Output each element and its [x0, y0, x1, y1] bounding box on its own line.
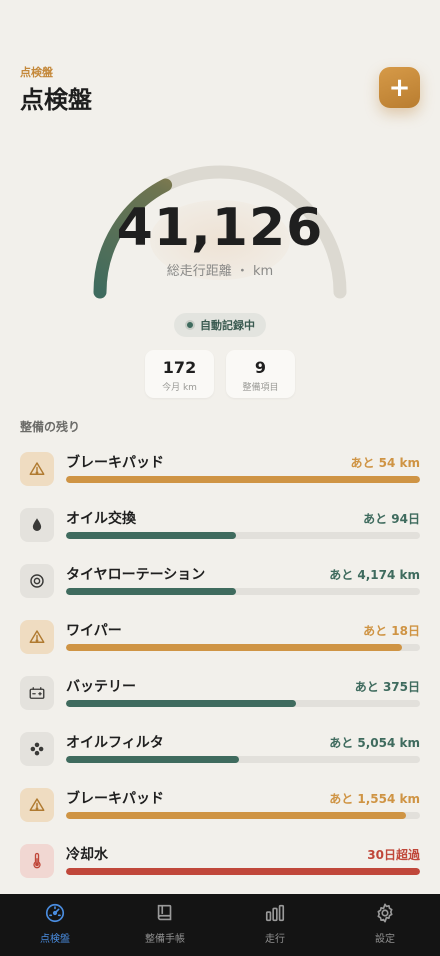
item-progress-fill: [66, 756, 240, 763]
page-title: 点検盤: [20, 86, 92, 114]
item-name: オイル交換: [66, 511, 136, 527]
item-progress-fill: [66, 812, 406, 819]
stat-card-month-km: 172 今月 km: [145, 350, 214, 398]
item-remaining: あと 54 km: [350, 456, 420, 470]
item-icon-box: [20, 452, 54, 486]
item-progress-track: [66, 700, 420, 707]
item-progress-track: [66, 532, 420, 539]
thermometer-icon: [28, 852, 46, 870]
header-eyebrow: 点検盤: [20, 66, 53, 79]
item-remaining: あと 4,174 km: [329, 568, 420, 582]
plus-icon: +: [388, 72, 411, 103]
item-progress-fill: [66, 644, 403, 651]
item-remaining: あと 5,054 km: [329, 736, 420, 750]
item-icon-box: [20, 844, 54, 878]
maintenance-item[interactable]: タイヤローテーション あと 4,174 km: [20, 564, 420, 604]
item-name: ブレーキパッド: [66, 455, 164, 471]
item-progress-fill: [66, 700, 297, 707]
item-icon-box: [20, 676, 54, 710]
item-icon-box: [20, 620, 54, 654]
tab-label: 点検盤: [40, 934, 70, 945]
item-icon-box: [20, 732, 54, 766]
item-icon-box: [20, 788, 54, 822]
record-dot-icon: [185, 320, 195, 330]
item-progress-track: [66, 476, 420, 483]
maintenance-item[interactable]: ブレーキパッド あと 54 km: [20, 452, 420, 492]
odometer-label: 総走行距離 ・ km: [166, 264, 274, 279]
stat-label: 今月 km: [162, 383, 197, 393]
tab-dashboard[interactable]: 点検盤: [0, 902, 110, 945]
warning-icon: [28, 796, 46, 814]
item-progress-fill: [66, 868, 420, 875]
maintenance-item[interactable]: ブレーキパッド あと 1,554 km: [20, 788, 420, 828]
book-icon: [157, 904, 172, 921]
item-progress-track: [66, 644, 420, 651]
item-name: ブレーキパッド: [66, 791, 164, 807]
gauge-icon: [45, 903, 65, 923]
tire-icon: [28, 572, 46, 590]
item-progress-track: [66, 868, 420, 875]
auto-record-badge: 自動記録中: [174, 313, 266, 337]
item-name: タイヤローテーション: [66, 567, 206, 583]
item-name: オイルフィルタ: [66, 735, 164, 751]
tab-logbook[interactable]: 整備手帳: [110, 902, 220, 945]
item-progress-fill: [66, 532, 236, 539]
item-remaining: あと 1,554 km: [329, 792, 420, 806]
stat-card-items: 9 整備項目: [226, 350, 295, 398]
filter-icon: [28, 740, 46, 758]
tab-label: 走行: [265, 934, 285, 945]
item-progress-track: [66, 588, 420, 595]
stat-label: 整備項目: [242, 383, 279, 393]
maintenance-item[interactable]: 冷却水 30日超過: [20, 844, 420, 884]
warning-icon: [28, 628, 46, 646]
item-icon-box: [20, 508, 54, 542]
item-remaining: 30日超過: [367, 848, 420, 862]
dashboard-screen: 点検盤 点検盤 + 41,126 総走行距離 ・ km 自動記録中 172 今月…: [0, 0, 440, 956]
maintenance-item[interactable]: オイルフィルタ あと 5,054 km: [20, 732, 420, 772]
item-name: ワイパー: [66, 623, 122, 639]
item-remaining: あと 94日: [363, 512, 420, 526]
tab-label: 整備手帳: [145, 934, 185, 945]
tab-label: 設定: [375, 934, 395, 945]
tab-driving[interactable]: 走行: [220, 902, 330, 945]
tab-settings[interactable]: 設定: [330, 902, 440, 945]
item-progress-fill: [66, 588, 236, 595]
item-remaining: あと 375日: [354, 680, 420, 694]
maintenance-item[interactable]: バッテリー あと 375日: [20, 676, 420, 716]
warning-icon: [28, 460, 46, 478]
section-title: 整備の残り: [20, 420, 81, 434]
item-progress-fill: [66, 476, 420, 483]
item-progress-track: [66, 756, 420, 763]
tab-bar: 点検盤 整備手帳 走行 設定: [0, 894, 440, 956]
add-button[interactable]: +: [379, 67, 420, 108]
item-name: 冷却水: [66, 847, 108, 863]
gear-icon: [377, 903, 393, 923]
stat-value: 9: [254, 358, 267, 377]
odometer-value: 41,126: [116, 198, 324, 258]
oil-drop-icon: [28, 516, 46, 534]
item-progress-track: [66, 812, 420, 819]
maintenance-item[interactable]: ワイパー あと 18日: [20, 620, 420, 660]
item-icon-box: [20, 564, 54, 598]
item-remaining: あと 18日: [363, 624, 420, 638]
battery-icon: [28, 684, 46, 702]
stat-value: 172: [162, 358, 197, 377]
item-name: バッテリー: [66, 679, 136, 695]
bar-chart-icon: [265, 904, 285, 922]
auto-record-label: 自動記録中: [200, 319, 255, 332]
maintenance-item[interactable]: オイル交換 あと 94日: [20, 508, 420, 548]
